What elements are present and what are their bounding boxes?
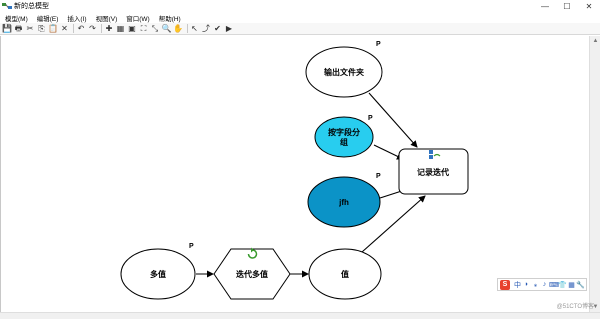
- menu-insert[interactable]: 插入(I): [62, 13, 90, 23]
- keyboard-icon[interactable]: ⌨: [549, 281, 559, 289]
- record-iteration-tool-node[interactable]: 记录迭代: [398, 148, 469, 195]
- horizontal-scrollbar[interactable]: [0, 312, 600, 319]
- jfh-node[interactable]: jfh: [307, 176, 381, 228]
- menu-bar: 模型(M) 编辑(E) 插入(I) 视图(V) 窗口(W) 帮助(H): [0, 12, 600, 23]
- redo-icon[interactable]: ↷: [88, 24, 98, 34]
- save-icon[interactable]: 💾: [2, 24, 12, 34]
- skin-icon[interactable]: 👕: [558, 281, 567, 289]
- iterate-multi-value-label: 迭代多值: [236, 269, 268, 279]
- jfh-label: jfh: [338, 198, 349, 207]
- group-by-field-label-line1: 按字段分: [328, 127, 360, 137]
- menu-help[interactable]: 帮助(H): [154, 13, 185, 23]
- model-diagram: 输出文件夹 P 按字段分 组 P jfh P 记录迭代 多值 P 迭代多值 值: [120, 41, 469, 300]
- sogou-logo-icon[interactable]: S: [500, 279, 510, 290]
- multi-value-param-marker: P: [189, 243, 194, 250]
- multi-value-node[interactable]: 多值: [120, 248, 196, 300]
- paste-icon[interactable]: 📋: [48, 24, 58, 34]
- model-builder-logo-icon: [2, 2, 12, 10]
- output-folder-label: 输出文件夹: [324, 67, 364, 77]
- copy-icon[interactable]: ⎘: [37, 24, 47, 34]
- ime-chinese-mode[interactable]: 中: [513, 280, 522, 290]
- fixed-zoom-in-icon[interactable]: ⛶: [139, 24, 149, 34]
- group-by-field-node[interactable]: 按字段分 组: [314, 116, 374, 158]
- voice-icon[interactable]: ♪: [540, 281, 549, 288]
- zoom-icon[interactable]: 🔍: [162, 24, 172, 34]
- full-extent-icon[interactable]: ▣: [127, 24, 137, 34]
- cut-icon[interactable]: ✂: [25, 24, 35, 34]
- undo-icon[interactable]: ↶: [76, 24, 86, 34]
- run-icon[interactable]: ▶: [224, 24, 234, 34]
- add-data-icon[interactable]: ✚: [104, 24, 114, 34]
- window-controls: — ☐ ✕: [534, 0, 600, 12]
- title-bar: 新的总模型 — ☐ ✕: [0, 0, 600, 12]
- scroll-up-icon[interactable]: ▲: [590, 36, 600, 46]
- jfh-param-marker: P: [376, 173, 381, 180]
- ime-toolbar: S 中 ◗ ⁎ ♪ ⌨ 👕 ▦ 🔧: [497, 278, 587, 291]
- validate-icon[interactable]: ✔: [213, 24, 223, 34]
- menu-edit[interactable]: 编辑(E): [32, 13, 63, 23]
- record-iteration-label: 记录迭代: [417, 167, 449, 177]
- model-canvas[interactable]: 输出文件夹 P 按字段分 组 P jfh P 记录迭代 多值 P 迭代多值 值: [0, 36, 589, 312]
- select-icon[interactable]: ↖: [190, 24, 200, 34]
- value-label: 值: [341, 269, 349, 279]
- emoji-icon[interactable]: ⁎: [531, 281, 540, 289]
- pan-icon[interactable]: ✋: [173, 24, 183, 34]
- toolbox-icon[interactable]: ▦: [567, 281, 576, 289]
- fixed-zoom-out-icon[interactable]: ⤡: [150, 24, 160, 34]
- toolbar-separator: [101, 24, 102, 33]
- menu-model[interactable]: 模型(M): [0, 13, 32, 23]
- group-by-field-param-marker: P: [368, 115, 373, 122]
- settings-wrench-icon[interactable]: 🔧: [576, 281, 585, 289]
- minimize-button[interactable]: —: [534, 0, 556, 12]
- connector-output-folder-to-record: [368, 92, 418, 148]
- output-folder-node[interactable]: 输出文件夹: [305, 46, 383, 98]
- vertical-scrollbar[interactable]: ▲ ▼: [589, 36, 600, 312]
- toolbar-separator: [186, 24, 188, 33]
- iterate-multi-value-node[interactable]: 迭代多值: [213, 248, 291, 300]
- watermark: @51CTO博客: [556, 304, 594, 310]
- toolbar-separator: [73, 24, 74, 33]
- multi-value-label: 多值: [150, 269, 166, 279]
- delete-icon[interactable]: ✕: [60, 24, 70, 34]
- window-title: 新的总模型: [14, 3, 49, 10]
- menu-view[interactable]: 视图(V): [91, 13, 122, 23]
- moon-punctuation-icon[interactable]: ◗: [522, 281, 531, 288]
- print-icon[interactable]: 🖶: [14, 24, 24, 34]
- group-by-field-label-line2: 组: [340, 137, 348, 147]
- maximize-button[interactable]: ☐: [556, 0, 578, 12]
- menu-window[interactable]: 窗口(W): [121, 13, 153, 23]
- auto-layout-icon[interactable]: ▦: [116, 24, 126, 34]
- value-node[interactable]: 值: [308, 248, 382, 300]
- close-button[interactable]: ✕: [578, 0, 600, 12]
- toolbar: 💾 🖶 ✂ ⎘ 📋 ✕ ↶ ↷ ✚ ▦ ▣ ⛶ ⤡ 🔍 ✋ ↖ ⤴ ✔ ▶: [0, 23, 600, 35]
- connect-icon[interactable]: ⤴: [201, 24, 211, 34]
- output-folder-param-marker: P: [376, 41, 381, 48]
